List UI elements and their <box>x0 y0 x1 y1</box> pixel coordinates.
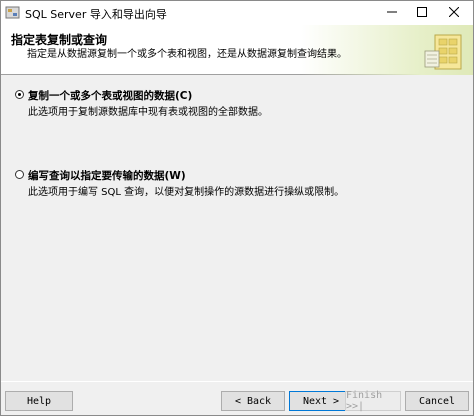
option-copy-tables-label[interactable]: 复制一个或多个表或视图的数据(C) <box>28 88 192 103</box>
radio-write-query[interactable] <box>15 170 24 179</box>
maximize-icon <box>417 7 427 17</box>
wizard-banner-graphic <box>424 34 462 70</box>
minimize-button[interactable] <box>377 1 407 23</box>
sql-server-wizard-icon <box>5 6 20 19</box>
wizard-header: 指定表复制或查询 指定是从数据源复制一个或多个表和视图，还是从数据源复制查询结果… <box>1 25 473 75</box>
option-copy-tables-description: 此选项用于复制源数据库中现有表或视图的全部数据。 <box>28 107 268 118</box>
cancel-button[interactable]: Cancel <box>405 391 469 411</box>
maximize-button[interactable] <box>407 1 437 23</box>
close-button[interactable] <box>439 1 469 23</box>
radio-copy-tables[interactable] <box>15 90 24 99</box>
title-bar[interactable]: SQL Server 导入和导出向导 <box>1 1 473 25</box>
wizard-window: SQL Server 导入和导出向导 指定表复制或查询 指定是从数据源复制一个或… <box>0 0 474 416</box>
close-icon <box>449 7 459 17</box>
option-write-query-description: 此选项用于编写 SQL 查询，以便对复制操作的源数据进行操纵或限制。 <box>28 187 345 198</box>
option-write-query-label[interactable]: 编写查询以指定要传输的数据(W) <box>28 168 186 183</box>
window-title: SQL Server 导入和导出向导 <box>25 8 167 21</box>
next-button[interactable]: Next > <box>289 391 353 411</box>
minimize-icon <box>387 11 397 13</box>
page-subtitle: 指定是从数据源复制一个或多个表和视图，还是从数据源复制查询结果。 <box>27 49 347 60</box>
finish-button[interactable]: Finish >>| <box>345 390 401 412</box>
footer-separator <box>1 381 473 382</box>
help-button[interactable]: Help <box>5 391 73 411</box>
back-button[interactable]: < Back <box>221 391 285 411</box>
